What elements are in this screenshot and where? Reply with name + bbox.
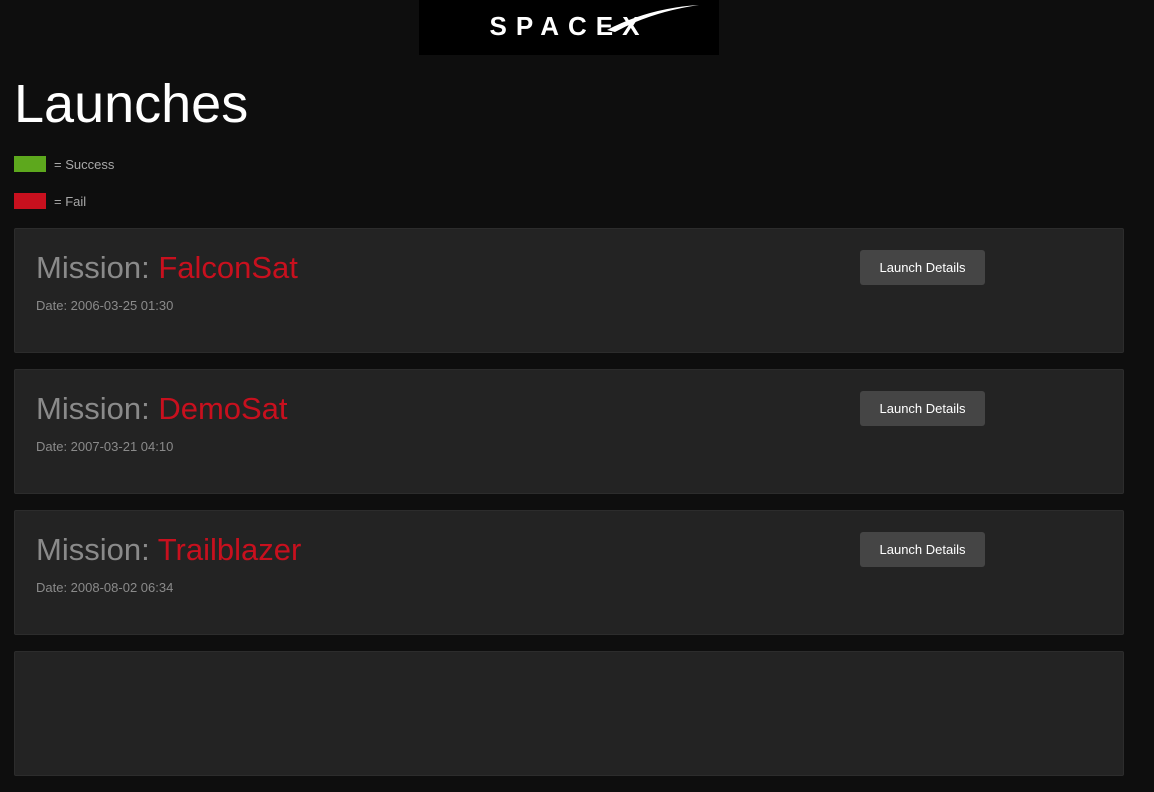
legend-fail-label: = Fail xyxy=(54,193,87,209)
page-title: Launches xyxy=(14,74,249,134)
mission-prefix: Mission: xyxy=(36,391,159,426)
mission-name: DemoSat xyxy=(158,391,288,426)
mission-date: Date: 2007-03-21 04:10 xyxy=(36,439,174,454)
fail-swatch xyxy=(14,193,46,209)
mission-date: Date: 2008-08-02 06:34 xyxy=(36,580,174,595)
success-swatch xyxy=(14,156,46,172)
legend-success-label: = Success xyxy=(54,156,115,172)
mission-prefix: Mission: xyxy=(36,250,159,285)
mission-date: Date: 2006-03-25 01:30 xyxy=(36,298,174,313)
mission-title: Mission: Trailblazer xyxy=(36,531,301,569)
launch-card: Mission: DemoSat Date: 2007-03-21 04:10 … xyxy=(14,369,1124,494)
legend-fail: = Fail xyxy=(14,193,114,209)
legend-success: = Success xyxy=(14,156,114,172)
mission-title: Mission: DemoSat xyxy=(36,390,288,428)
legend: = Success = Fail xyxy=(14,156,114,230)
mission-name: Trailblazer xyxy=(157,532,302,567)
launch-details-button[interactable]: Launch Details xyxy=(860,532,985,567)
mission-prefix: Mission: xyxy=(36,532,158,567)
mission-title: Mission: FalconSat xyxy=(36,249,298,287)
spacex-logo-graphic: SPACEX xyxy=(490,5,699,41)
launch-card: Mission: FalconSat Date: 2006-03-25 01:3… xyxy=(14,228,1124,353)
spacex-logo[interactable]: SPACEX xyxy=(419,0,719,55)
mission-name: FalconSat xyxy=(158,250,298,285)
launch-details-button[interactable]: Launch Details xyxy=(860,250,985,285)
launch-card-partial xyxy=(14,651,1124,776)
launch-list: Mission: FalconSat Date: 2006-03-25 01:3… xyxy=(14,228,1124,792)
launch-details-button[interactable]: Launch Details xyxy=(860,391,985,426)
launch-card: Mission: Trailblazer Date: 2008-08-02 06… xyxy=(14,510,1124,635)
